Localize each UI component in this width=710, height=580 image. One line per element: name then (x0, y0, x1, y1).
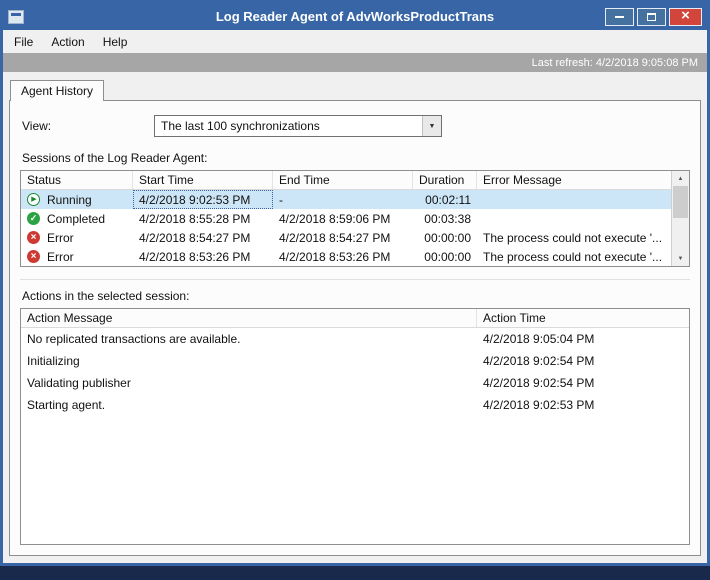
session-row[interactable]: × Error 4/2/2018 8:53:26 PM 4/2/2018 8:5… (21, 247, 671, 266)
close-icon: × (681, 7, 690, 24)
session-row[interactable]: × Error 4/2/2018 8:54:27 PM 4/2/2018 8:5… (21, 228, 671, 247)
actions-label: Actions in the selected session: (22, 289, 190, 303)
column-header-error-message[interactable]: Error Message (477, 171, 671, 189)
actions-header-row: Action Message Action Time (21, 309, 689, 328)
scroll-up-icon[interactable]: ▲ (672, 171, 689, 186)
session-duration-cell: 00:03:38 (424, 211, 471, 226)
client-area: Agent History View: The last 100 synchro… (3, 72, 707, 563)
action-row[interactable]: Initializing 4/2/2018 9:02:54 PM (21, 350, 689, 372)
maximize-icon (647, 12, 656, 21)
refresh-bar: Last refresh: 4/2/2018 9:05:08 PM (3, 53, 707, 72)
action-row[interactable]: Starting agent. 4/2/2018 9:02:53 PM (21, 394, 689, 416)
action-message-cell: Starting agent. (27, 398, 106, 412)
session-end-cell: - (279, 192, 283, 207)
section-divider (20, 279, 690, 280)
column-header-start-time[interactable]: Start Time (133, 171, 273, 189)
action-time-cell: 4/2/2018 9:02:54 PM (483, 354, 595, 368)
chevron-down-icon[interactable]: ▼ (422, 116, 441, 136)
session-duration-cell: 00:00:00 (424, 230, 471, 245)
session-start-cell: 4/2/2018 8:53:26 PM (139, 249, 251, 264)
completed-icon: ✓ (27, 212, 40, 225)
session-error-cell: The process could not execute '... (483, 249, 663, 264)
scrollbar-thumb[interactable] (673, 186, 688, 218)
minimize-button[interactable] (605, 7, 634, 26)
error-icon: × (27, 231, 40, 244)
window-controls: × (605, 7, 702, 26)
session-start-cell: 4/2/2018 9:02:53 PM (133, 190, 273, 209)
session-error-cell (477, 190, 671, 209)
column-header-action-time[interactable]: Action Time (477, 309, 689, 327)
sessions-table: Status Start Time End Time Duration Erro… (20, 170, 690, 267)
app-icon[interactable] (8, 9, 24, 24)
menu-action[interactable]: Action (42, 30, 93, 53)
menu-bar: File Action Help (3, 30, 707, 53)
minimize-icon (615, 15, 624, 18)
last-refresh-text: Last refresh: 4/2/2018 9:05:08 PM (531, 56, 698, 69)
view-label: View: (22, 119, 52, 133)
session-error-cell (477, 209, 671, 228)
session-status-cell: ✓ Completed (21, 209, 133, 228)
window-title: Log Reader Agent of AdvWorksProductTrans (215, 9, 495, 24)
session-status-text: Completed (47, 211, 106, 226)
actions-table: Action Message Action Time No replicated… (20, 308, 690, 545)
sessions-header-row: Status Start Time End Time Duration Erro… (21, 171, 671, 190)
column-header-duration[interactable]: Duration (413, 171, 477, 189)
session-start-cell: 4/2/2018 8:55:28 PM (139, 211, 251, 226)
view-row: View: The last 100 synchronizations ▼ (22, 115, 690, 137)
session-error-cell: The process could not execute '... (483, 230, 663, 245)
session-duration-cell: 00:02:11 (425, 192, 471, 207)
session-status-text: Error (47, 230, 74, 245)
desktop-background: Log Reader Agent of AdvWorksProductTrans… (0, 0, 710, 580)
agent-history-panel: View: The last 100 synchronizations ▼ Se… (9, 100, 701, 556)
column-header-end-time[interactable]: End Time (273, 171, 413, 189)
session-status-cell: × Error (21, 228, 133, 247)
view-dropdown[interactable]: The last 100 synchronizations ▼ (154, 115, 442, 137)
action-time-cell: 4/2/2018 9:02:53 PM (483, 398, 595, 412)
sessions-label: Sessions of the Log Reader Agent: (22, 151, 208, 165)
action-row[interactable]: No replicated transactions are available… (21, 328, 689, 350)
action-message-cell: Initializing (27, 354, 80, 368)
scroll-down-icon[interactable]: ▼ (672, 251, 689, 266)
sessions-grid: Status Start Time End Time Duration Erro… (21, 171, 671, 266)
action-time-cell: 4/2/2018 9:02:54 PM (483, 376, 595, 390)
menu-file[interactable]: File (5, 30, 42, 53)
session-duration-cell: 00:00:00 (424, 249, 471, 264)
session-row[interactable]: ✓ Completed 4/2/2018 8:55:28 PM 4/2/2018… (21, 209, 671, 228)
actions-empty-area (21, 416, 689, 544)
action-time-cell: 4/2/2018 9:05:04 PM (483, 332, 595, 346)
sessions-scrollbar[interactable]: ▲ ▼ (671, 171, 689, 266)
column-header-status[interactable]: Status (21, 171, 133, 189)
menu-help[interactable]: Help (94, 30, 137, 53)
running-icon: ▶ (27, 193, 40, 206)
session-row[interactable]: ▶ Running 4/2/2018 9:02:53 PM - 00:02:11 (21, 190, 671, 209)
session-status-text: Running (47, 192, 92, 207)
column-header-action-message[interactable]: Action Message (21, 309, 477, 327)
action-row[interactable]: Validating publisher 4/2/2018 9:02:54 PM (21, 372, 689, 394)
session-start-cell: 4/2/2018 8:54:27 PM (139, 230, 251, 245)
tab-agent-history[interactable]: Agent History (10, 80, 105, 101)
action-message-cell: Validating publisher (27, 376, 131, 390)
session-status-cell: × Error (21, 247, 133, 266)
view-dropdown-value: The last 100 synchronizations (161, 119, 320, 133)
action-message-cell: No replicated transactions are available… (27, 332, 241, 346)
session-end-cell: 4/2/2018 8:54:27 PM (279, 230, 391, 245)
scrollbar-track[interactable] (672, 186, 689, 251)
error-icon: × (27, 250, 40, 263)
session-status-text: Error (47, 249, 74, 264)
session-end-cell: 4/2/2018 8:53:26 PM (279, 249, 391, 264)
log-reader-agent-window: Log Reader Agent of AdvWorksProductTrans… (0, 0, 710, 566)
session-status-cell: ▶ Running (21, 190, 133, 209)
session-end-cell: 4/2/2018 8:59:06 PM (279, 211, 391, 226)
close-button[interactable]: × (669, 7, 702, 26)
title-bar[interactable]: Log Reader Agent of AdvWorksProductTrans… (3, 3, 707, 30)
maximize-button[interactable] (637, 7, 666, 26)
tab-strip: Agent History (9, 79, 701, 101)
